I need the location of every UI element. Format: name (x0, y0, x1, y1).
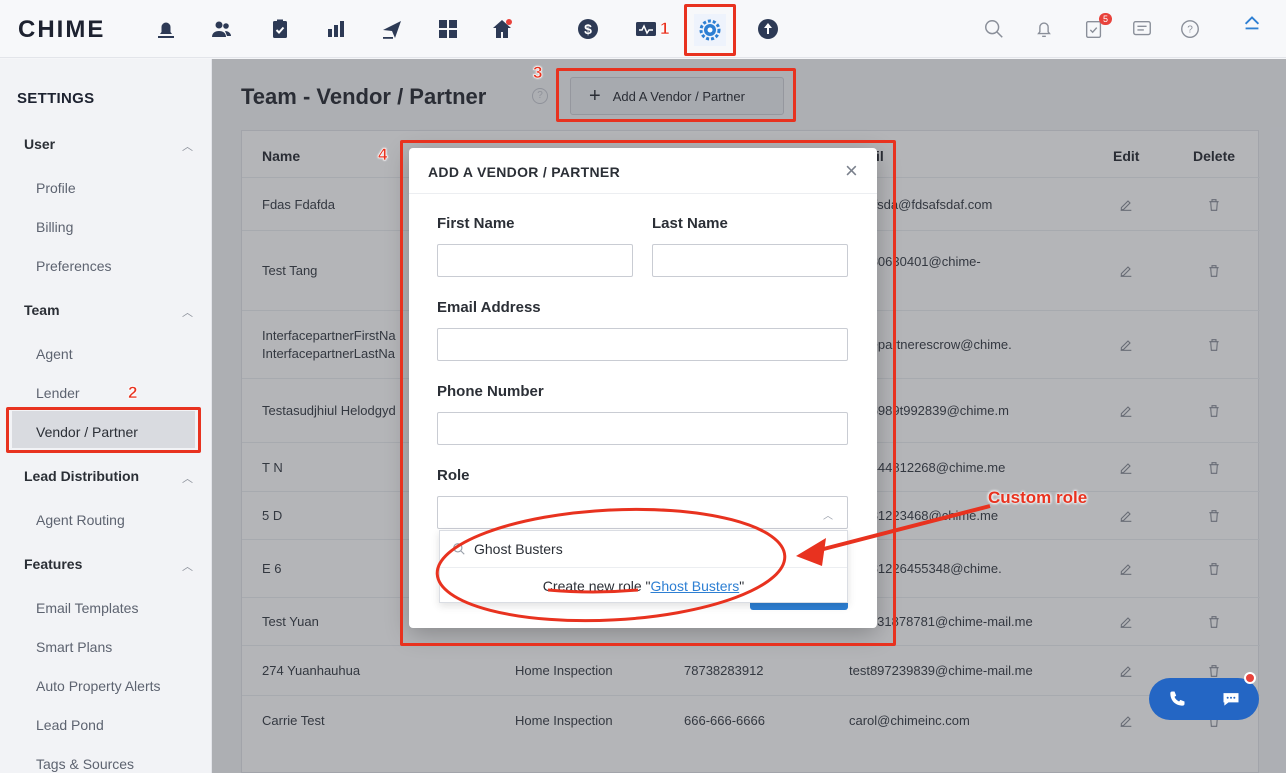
home-icon[interactable] (488, 15, 516, 43)
svg-text:$: $ (584, 21, 592, 37)
sidebar-item-lender[interactable]: Lender (36, 385, 80, 401)
phone-icon[interactable] (1167, 689, 1187, 709)
sidebar-title: SETTINGS (17, 90, 95, 107)
chat-bubble-icon[interactable] (1221, 689, 1241, 709)
account-chevron-icon[interactable] (1240, 10, 1264, 34)
chevron-up-icon[interactable]: ︿ (182, 558, 193, 574)
search-icon[interactable] (982, 17, 1006, 41)
annotation-custom-role: Custom role (988, 488, 1088, 507)
sidebar-item-lead-pond[interactable]: Lead Pond (36, 717, 104, 733)
sidebar-item-agent[interactable]: Agent (36, 346, 73, 362)
annotation-box-4 (400, 140, 896, 646)
bell-icon[interactable] (1032, 17, 1056, 41)
svg-text:?: ? (1187, 25, 1193, 36)
sidebar-item-email-templates[interactable]: Email Templates (36, 600, 138, 616)
sidebar-item-tags-sources[interactable]: Tags & Sources (36, 756, 134, 772)
annotation-box-3 (556, 68, 796, 122)
activity-icon[interactable] (632, 15, 660, 43)
help-icon[interactable]: ? (1178, 17, 1202, 41)
tasks-icon[interactable]: 5 (1082, 13, 1112, 41)
chat-notification-dot (1244, 672, 1256, 684)
annotation-box-2 (6, 407, 201, 453)
sidebar-item-profile[interactable]: Profile (36, 180, 76, 196)
clipboard-icon[interactable] (266, 15, 294, 43)
alert-icon[interactable] (152, 15, 180, 43)
sidebar-item-smart-plans[interactable]: Smart Plans (36, 639, 112, 655)
notification-badge: 5 (1098, 13, 1112, 25)
message-icon[interactable] (1130, 17, 1154, 41)
sidebar-item-billing[interactable]: Billing (36, 219, 73, 235)
bar-chart-icon[interactable] (322, 15, 350, 43)
sidebar-item-auto-property-alerts[interactable]: Auto Property Alerts (36, 678, 161, 694)
sidebar-group-features[interactable]: Features (24, 556, 82, 572)
sidebar-item-agent-routing[interactable]: Agent Routing (36, 512, 125, 528)
sidebar-group-lead-distribution[interactable]: Lead Distribution (24, 468, 139, 484)
chevron-up-icon[interactable]: ︿ (182, 304, 193, 320)
chime-logo[interactable]: CHIME (18, 16, 105, 44)
annotation-number-4: 4 (378, 145, 388, 165)
send-icon[interactable] (378, 15, 406, 43)
upgrade-icon[interactable] (754, 15, 782, 43)
sidebar-group-user[interactable]: User (24, 136, 55, 152)
dollar-icon[interactable]: $ (574, 15, 602, 43)
annotation-number-1: 1 (660, 19, 670, 39)
annotation-box-1 (684, 4, 736, 56)
sidebar-group-team[interactable]: Team (24, 302, 60, 318)
annotation-number-2: 2 (128, 383, 138, 403)
top-navbar: CHIME $ 5 ? (0, 0, 1286, 58)
annotation-number-3: 3 (533, 63, 543, 83)
chevron-up-icon[interactable]: ︿ (182, 138, 193, 154)
people-icon[interactable] (208, 15, 236, 43)
grid-icon[interactable] (434, 15, 462, 43)
chevron-up-icon[interactable]: ︿ (182, 470, 193, 486)
sidebar-item-preferences[interactable]: Preferences (36, 258, 111, 274)
chat-widget[interactable] (1149, 678, 1259, 720)
